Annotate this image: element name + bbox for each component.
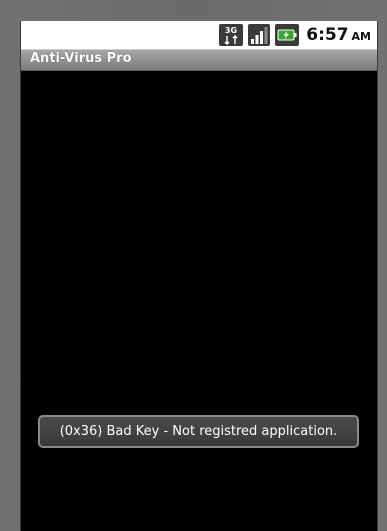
app-title-bar: Anti-Virus Pro — [21, 50, 377, 71]
toast-text: (0x36) Bad Key - Not registred applicati… — [59, 424, 338, 439]
clock-time: 6:57 — [306, 25, 349, 45]
network-3g-icon: 3G — [219, 24, 244, 46]
clock-ampm: AM — [351, 30, 371, 43]
status-icons: 3G 6:57 AM — [219, 24, 371, 46]
toast-message: (0x36) Bad Key - Not registred applicati… — [38, 415, 359, 448]
status-bar: 3G 6:57 AM — [21, 21, 377, 50]
status-clock: 6:57 AM — [306, 25, 371, 45]
battery-charging-icon — [275, 24, 300, 46]
device-screen: 3G 6:57 AM Anti-Virus Pro (0x36) Bad Key… — [20, 21, 378, 531]
signal-strength-icon — [248, 24, 271, 46]
app-title: Anti-Virus Pro — [30, 51, 132, 66]
device-frame: 3G 6:57 AM Anti-Virus Pro (0x36) Bad Key… — [0, 0, 387, 531]
app-content — [21, 71, 377, 531]
svg-text:3G: 3G — [225, 26, 237, 35]
